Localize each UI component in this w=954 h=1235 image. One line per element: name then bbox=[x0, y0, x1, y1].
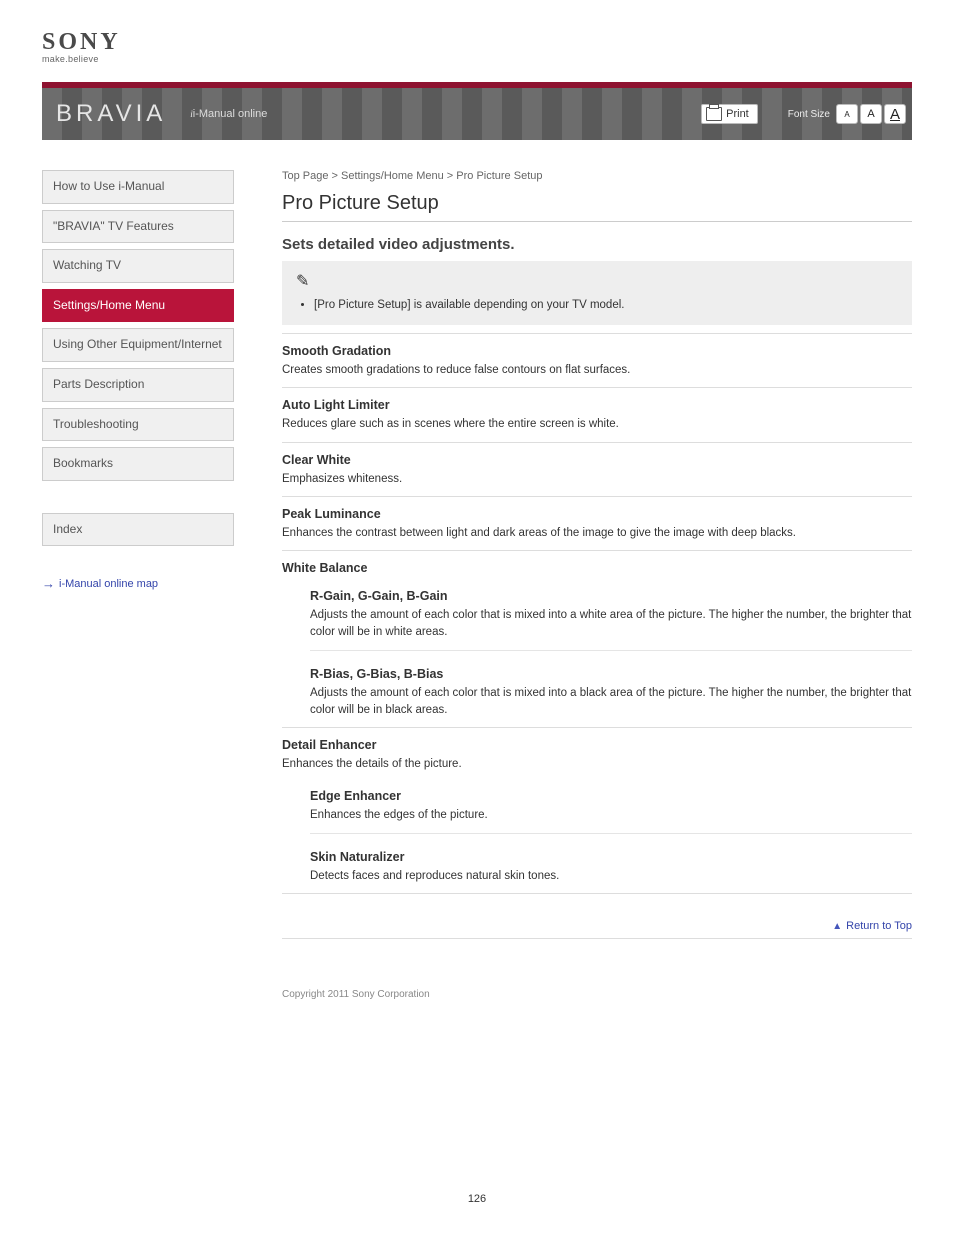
main-content: Top Page > Settings/Home Menu > Pro Pict… bbox=[282, 170, 912, 1000]
edge-enhancer-desc: Enhances the edges of the picture. bbox=[310, 807, 912, 824]
divider bbox=[282, 442, 912, 443]
font-size-label: Font Size bbox=[788, 109, 830, 120]
divider bbox=[282, 496, 912, 497]
edge-enhancer-title: Edge Enhancer bbox=[310, 789, 912, 803]
divider bbox=[282, 938, 912, 939]
divider bbox=[282, 387, 912, 388]
imanual-label: i-Manual online bbox=[193, 108, 268, 120]
rgb-gain-title: R-Gain, G-Gain, B-Gain bbox=[310, 589, 912, 603]
print-button[interactable]: Print bbox=[701, 104, 758, 124]
imanual-map-label: i-Manual online map bbox=[59, 578, 158, 590]
arrow-right-icon: → bbox=[42, 576, 55, 591]
auto-light-limiter-title: Auto Light Limiter bbox=[282, 398, 912, 412]
divider bbox=[282, 727, 912, 728]
tip-icon: ✎ bbox=[296, 273, 309, 290]
divider bbox=[282, 333, 912, 334]
white-balance-subsection: R-Gain, G-Gain, B-Gain Adjusts the amoun… bbox=[310, 579, 912, 719]
imanual-map-link[interactable]: → i-Manual online map bbox=[42, 576, 234, 591]
nav-troubleshooting[interactable]: Troubleshooting bbox=[42, 408, 234, 442]
header-banner: BRAVIA ii-Manual online Print Font Size … bbox=[42, 82, 912, 140]
rgb-bias-desc: Adjusts the amount of each color that is… bbox=[310, 685, 912, 720]
rgb-bias-title: R-Bias, G-Bias, B-Bias bbox=[310, 667, 912, 681]
clear-white-title: Clear White bbox=[282, 453, 912, 467]
font-size-group: A A A bbox=[836, 104, 906, 124]
print-label: Print bbox=[726, 108, 749, 120]
peak-luminance-desc: Enhances the contrast between light and … bbox=[282, 525, 912, 542]
bravia-title: BRAVIA bbox=[56, 100, 166, 128]
skin-naturalizer-desc: Detects faces and reproduces natural ski… bbox=[310, 868, 912, 885]
lead-text: Sets detailed video adjustments. bbox=[282, 236, 912, 253]
auto-light-limiter-desc: Reduces glare such as in scenes where th… bbox=[282, 416, 912, 433]
detail-subsection: Edge Enhancer Enhances the edges of the … bbox=[310, 779, 912, 885]
nav-bookmarks[interactable]: Bookmarks bbox=[42, 447, 234, 481]
sidebar: How to Use i-Manual "BRAVIA" TV Features… bbox=[42, 170, 234, 1000]
copyright: Copyright 2011 Sony Corporation bbox=[282, 989, 912, 1000]
smooth-gradation-desc: Creates smooth gradations to reduce fals… bbox=[282, 362, 912, 379]
return-to-top-link[interactable]: ▲ Return to Top bbox=[832, 920, 912, 932]
breadcrumb: Top Page > Settings/Home Menu > Pro Pict… bbox=[282, 170, 912, 182]
font-medium-button[interactable]: A bbox=[860, 104, 882, 124]
nav-watching-tv[interactable]: Watching TV bbox=[42, 249, 234, 283]
nav-how-to-use[interactable]: How to Use i-Manual bbox=[42, 170, 234, 204]
divider bbox=[282, 550, 912, 551]
page-number: 126 bbox=[0, 1193, 954, 1205]
smooth-gradation-title: Smooth Gradation bbox=[282, 344, 912, 358]
peak-luminance-title: Peak Luminance bbox=[282, 507, 912, 521]
clear-white-desc: Emphasizes whiteness. bbox=[282, 471, 912, 488]
nav-parts-description[interactable]: Parts Description bbox=[42, 368, 234, 402]
nav-settings-home[interactable]: Settings/Home Menu bbox=[42, 289, 234, 323]
sony-wordmark: SONY bbox=[42, 30, 912, 54]
rgb-gain-desc: Adjusts the amount of each color that is… bbox=[310, 607, 912, 642]
sony-tagline: make.believe bbox=[42, 54, 912, 64]
note-box: ✎ [Pro Picture Setup] is available depen… bbox=[282, 261, 912, 325]
divider bbox=[282, 893, 912, 894]
page-title: Pro Picture Setup bbox=[282, 192, 912, 222]
nav-index[interactable]: Index bbox=[42, 513, 234, 547]
skin-naturalizer-title: Skin Naturalizer bbox=[310, 850, 912, 864]
font-large-button[interactable]: A bbox=[884, 104, 906, 124]
nav-bravia-features[interactable]: "BRAVIA" TV Features bbox=[42, 210, 234, 244]
arrow-up-icon: ▲ bbox=[832, 921, 842, 932]
nav-list: How to Use i-Manual "BRAVIA" TV Features… bbox=[42, 170, 234, 546]
return-to-top-label: Return to Top bbox=[846, 920, 912, 932]
font-small-button[interactable]: A bbox=[836, 104, 858, 124]
note-text: [Pro Picture Setup] is available dependi… bbox=[314, 297, 898, 313]
white-balance-title: White Balance bbox=[282, 561, 912, 575]
nav-other-equipment[interactable]: Using Other Equipment/Internet bbox=[42, 328, 234, 362]
print-icon bbox=[706, 107, 722, 121]
detail-enhancer-title: Detail Enhancer bbox=[282, 738, 912, 752]
detail-enhancer-desc: Enhances the details of the picture. bbox=[282, 756, 912, 773]
brand-logo: SONY make.believe bbox=[42, 30, 912, 64]
